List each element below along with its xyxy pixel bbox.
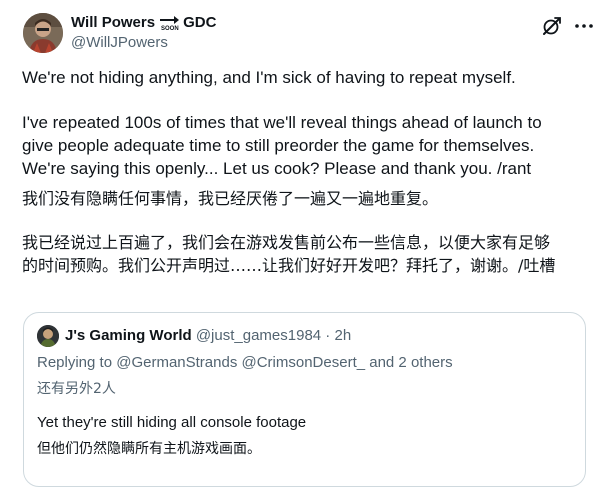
replying-to-zh: 还有另外2人 [37, 381, 116, 397]
display-name-suffix: GDC [183, 14, 217, 31]
quoted-time[interactable]: 2h [334, 327, 351, 344]
display-name[interactable]: Will Powers SOON GDC [71, 13, 216, 33]
quoted-text-en: Yet they're still hiding all console foo… [37, 414, 307, 431]
handle[interactable]: @WillJPowers [71, 34, 168, 52]
tweet-text-zh-2: 我已经说过上百遍了，我们会在游戏发售前公布一些信息，以便大家有足够 的时间预购。… [22, 233, 556, 275]
quoted-header: J's Gaming World @just_games1984 · 2h [65, 326, 351, 346]
more-options-icon[interactable] [572, 14, 596, 38]
tweet-text-en-2: I've repeated 100s of times that we'll r… [22, 113, 542, 178]
quoted-text-zh: 但他们仍然隐瞒所有主机游戏画面。 [37, 441, 261, 457]
replying-to[interactable]: Replying to @GermanStrands @CrimsonDeser… [37, 353, 453, 373]
quoted-separator: · [321, 327, 335, 344]
grok-slash-icon[interactable] [540, 14, 564, 38]
tweet-text-zh-1: 我们没有隐瞒任何事情，我已经厌倦了一遍又一遍地重复。 [22, 189, 439, 208]
soon-arrow-icon: SOON [158, 13, 180, 33]
quoted-tweet-card[interactable]: J's Gaming World @just_games1984 · 2h Re… [23, 312, 586, 487]
soon-label: SOON [161, 26, 179, 32]
quoted-avatar[interactable] [37, 325, 59, 347]
display-name-text: Will Powers [71, 14, 156, 31]
quoted-display-name[interactable]: J's Gaming World [65, 327, 192, 344]
quoted-handle[interactable]: @just_games1984 [196, 327, 321, 344]
avatar[interactable] [23, 13, 63, 53]
tweet-text-en-1: We're not hiding anything, and I'm sick … [22, 68, 516, 87]
tweet-body: We're not hiding anything, and I'm sick … [22, 66, 592, 277]
